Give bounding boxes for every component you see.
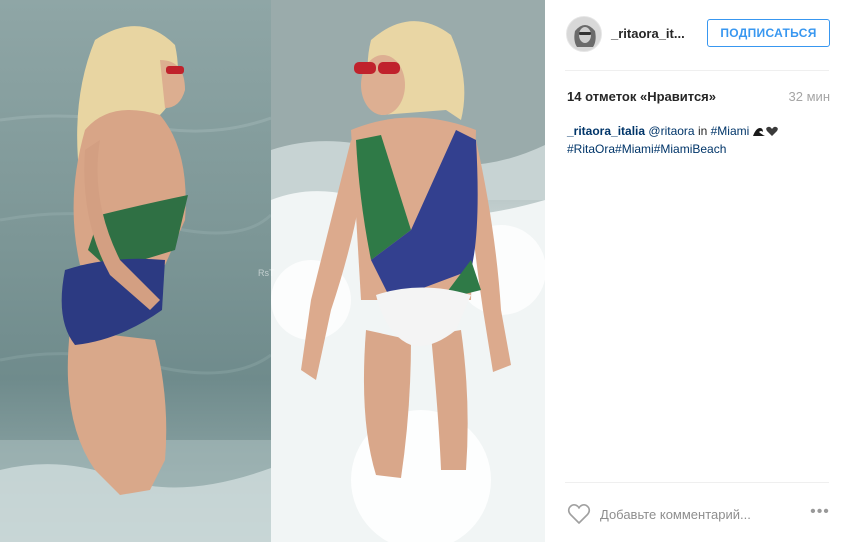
mention-link[interactable]: @ritaora (648, 124, 694, 138)
photo-left-illustration (0, 26, 271, 542)
caption-username-link[interactable]: _ritaora_italia (567, 124, 645, 138)
post-photo[interactable]: RsT (0, 0, 545, 542)
follow-button[interactable]: ПОДПИСАТЬСЯ (707, 19, 830, 47)
likes-count[interactable]: 14 отметок «Нравится» (567, 89, 716, 104)
caption-in-text: in (697, 124, 708, 138)
header-divider (565, 70, 829, 71)
photo-panel-right (271, 0, 545, 542)
location-hashtag-link[interactable]: #Miami (711, 124, 750, 138)
avatar[interactable] (566, 16, 602, 52)
post-footer: ••• (545, 482, 847, 542)
more-options-icon[interactable]: ••• (808, 504, 832, 524)
comment-input[interactable] (600, 502, 800, 526)
post-author-username[interactable]: _ritaora_it... (611, 26, 685, 41)
heart-emoji-icon (765, 125, 778, 141)
post-caption: _ritaora_italia @ritaora in #Miami #Rita… (567, 123, 827, 157)
post-timestamp[interactable]: 32 мин (789, 89, 830, 104)
photo-watermark: RsT (258, 268, 275, 278)
wave-emoji-icon (752, 125, 766, 141)
post-side-panel: _ritaora_it... ПОДПИСАТЬСЯ 14 отметок «Н… (545, 0, 847, 542)
photo-panel-left (0, 0, 271, 542)
photo-right-illustration (271, 0, 545, 542)
post-header: _ritaora_it... ПОДПИСАТЬСЯ (545, 0, 847, 70)
hashtags-link[interactable]: #RitaOra#Miami#MiamiBeach (567, 142, 726, 156)
heart-icon[interactable] (567, 503, 591, 525)
avatar-image (567, 17, 601, 51)
